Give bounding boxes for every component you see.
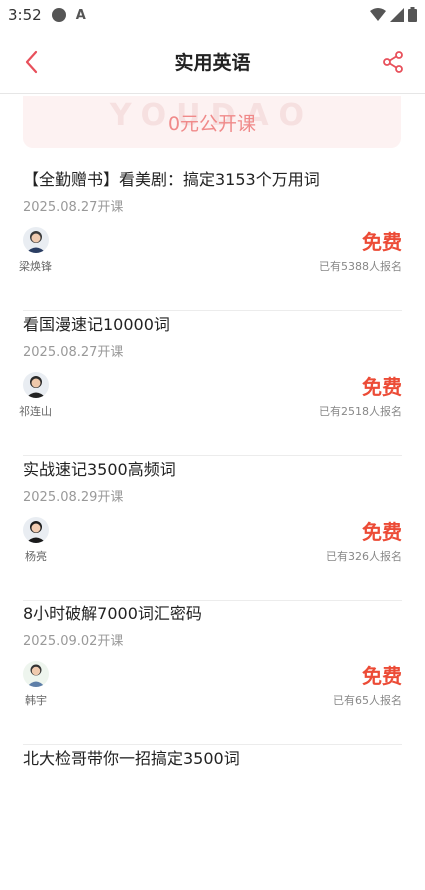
teacher-avatar [23,372,49,398]
course-price: 免费 [362,520,402,544]
course-price: 免费 [362,664,402,688]
teacher-avatar [23,517,49,543]
free-course-banner[interactable]: YOUDAO 0元公开课 [23,96,401,148]
banner-text: 0元公开课 [167,112,257,135]
course-title: 北大检哥带你一招搞定3500词 [23,749,240,768]
notification-dot-icon [51,8,66,22]
course-price: 免费 [362,375,402,399]
course-date: 2025.08.29开课 [23,490,124,505]
enrolled-count: 已有326人报名 [326,550,402,563]
battery-icon [408,7,417,22]
course-item[interactable]: 8小时破解7000词汇密码 2025.09.02开课 韩宇 免费 已有65人报名 [23,600,402,745]
share-button[interactable] [381,50,405,74]
wifi-icon [370,7,386,21]
signal-icon [390,7,404,22]
teacher-name: 杨亮 [25,550,47,563]
course-item[interactable]: 实战速记3500高频词 2025.08.29开课 杨亮 免费 已有326人报名 [23,456,402,601]
course-date: 2025.09.02开课 [23,634,124,649]
status-icons [370,7,417,22]
teacher-name: 梁焕锋 [19,260,52,273]
teacher-name: 祁连山 [19,405,52,418]
course-date: 2025.08.27开课 [23,345,124,360]
teacher-name: 韩宇 [25,694,47,707]
course-item[interactable]: 【全勤赠书】看美剧：搞定3153个万用词 2025.08.27开课 梁焕锋 免费… [19,166,402,311]
course-title: 8小时破解7000词汇密码 [23,604,202,623]
status-time: 3:52 [8,6,42,24]
course-price: 免费 [362,230,402,254]
status-bar: 3:52 A [0,0,425,30]
course-date: 2025.08.27开课 [23,200,124,215]
teacher-avatar [23,227,49,253]
app-indicator-icon: A [75,7,86,23]
teacher-avatar [23,661,49,687]
app-header: 实用英语 [0,30,425,94]
enrolled-count: 已有2518人报名 [319,405,402,418]
enrolled-count: 已有5388人报名 [319,260,402,273]
enrolled-count: 已有65人报名 [333,694,402,707]
course-title: 看国漫速记10000词 [23,315,170,334]
course-title: 【全勤赠书】看美剧：搞定3153个万用词 [23,170,320,189]
page-title: 实用英语 [174,52,251,74]
course-item[interactable]: 看国漫速记10000词 2025.08.27开课 祁连山 免费 已有2518人报… [19,311,402,456]
share-icon [383,51,403,73]
course-item[interactable]: 北大检哥带你一招搞定3500词 [23,745,402,890]
course-title: 实战速记3500高频词 [23,460,176,479]
